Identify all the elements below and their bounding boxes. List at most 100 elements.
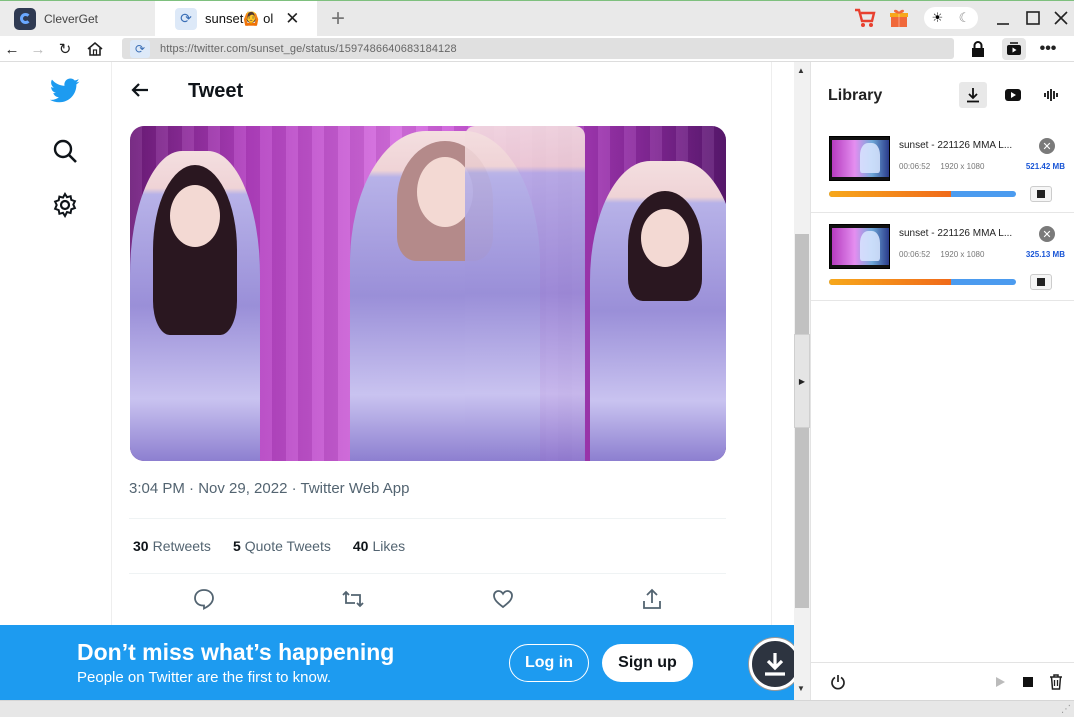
trash-icon[interactable] — [1047, 673, 1065, 691]
retweets-label: Retweets — [152, 538, 211, 554]
cleverget-logo-icon — [14, 7, 36, 30]
library-tab-audio[interactable] — [1037, 82, 1065, 108]
download-duration: 00:06:52 — [899, 250, 931, 259]
audio-waveform-icon — [1044, 89, 1058, 101]
twitter-sidebar — [0, 62, 112, 700]
signup-button[interactable]: Sign up — [602, 644, 693, 682]
scroll-down-icon[interactable]: ▼ — [797, 684, 805, 693]
stop-all-icon[interactable] — [1019, 673, 1037, 691]
tweet-column: Tweet 3:04 PM · Nov 29, 2022 · Twitter W… — [112, 62, 772, 700]
stop-icon — [1037, 190, 1045, 198]
retweets-count: 30 — [133, 538, 149, 554]
tab-active[interactable]: ⟳ sunset🙆 ol ✕ — [155, 1, 317, 36]
sun-icon: ☀ — [931, 10, 944, 25]
cleverget-window: CleverGet ⟳ sunset🙆 ol ✕ + ☀ ☾ ← → ↻ ⟳ h… — [0, 0, 1074, 717]
library-tab-downloading[interactable] — [959, 82, 987, 108]
tweet-stats: 30 Retweets 5 Quote Tweets 40 Likes — [129, 518, 726, 574]
download-arrow-icon — [765, 653, 785, 676]
performer-figure — [130, 151, 260, 461]
home-icon[interactable] — [85, 39, 105, 59]
quote-tweets-count: 5 — [232, 538, 241, 554]
tab-close-icon[interactable]: ✕ — [285, 9, 299, 29]
cart-icon[interactable] — [854, 7, 876, 29]
tweet-actions — [129, 582, 726, 616]
chevron-right-icon: ▶ — [798, 376, 806, 386]
login-banner: Don’t miss what’s happening People on Tw… — [0, 625, 794, 700]
theme-toggle[interactable]: ☀ ☾ — [924, 7, 978, 29]
tweet-timestamp[interactable]: 3:04 PM · Nov 29, 2022 · Twitter Web App — [129, 480, 409, 497]
play-all-icon[interactable] — [991, 673, 1009, 691]
download-resolution: 1920 x 1080 — [940, 162, 985, 171]
download-icon — [967, 88, 979, 103]
cancel-download-icon[interactable]: ✕ — [1039, 138, 1055, 154]
like-heart-icon[interactable] — [491, 587, 515, 611]
new-tab-button[interactable]: + — [326, 1, 350, 36]
page-scrollbar[interactable]: ▲ ▶ ▼ — [794, 62, 810, 700]
twitter-logo-icon[interactable] — [50, 76, 80, 106]
download-progress-bar — [829, 279, 1016, 285]
tab-cleverget[interactable]: CleverGet — [0, 1, 155, 36]
download-meta: 00:06:52 1920 x 1080 — [899, 250, 992, 259]
download-size: 521.42 MB — [1025, 162, 1065, 171]
login-button[interactable]: Log in — [509, 644, 589, 682]
video-download-icon[interactable] — [1002, 38, 1026, 60]
reload-icon[interactable]: ↻ — [55, 39, 75, 59]
tab-bar: CleverGet ⟳ sunset🙆 ol ✕ + ☀ ☾ — [0, 0, 1074, 36]
performer-figure — [590, 161, 726, 461]
forward-icon[interactable]: → — [28, 39, 48, 59]
moon-icon: ☾ — [958, 10, 971, 25]
likes-stat[interactable]: 40 Likes — [353, 538, 405, 554]
performer-figure — [465, 126, 585, 461]
tab-favicon-icon: ⟳ — [175, 7, 197, 30]
gift-icon[interactable] — [888, 7, 910, 29]
stop-icon — [1037, 278, 1045, 286]
address-bar: ← → ↻ ⟳ https://twitter.com/sunset_ge/st… — [0, 36, 1074, 62]
status-bar: ⋰ — [0, 700, 1074, 717]
minimize-button[interactable] — [992, 7, 1014, 29]
library-title: Library — [828, 87, 883, 104]
likes-count: 40 — [352, 538, 369, 554]
close-button[interactable] — [1050, 7, 1072, 29]
download-duration: 00:06:52 — [899, 162, 931, 171]
download-item[interactable]: sunset - 221126 MMA L... 00:06:52 1920 x… — [811, 125, 1074, 213]
url-input[interactable]: ⟳ https://twitter.com/sunset_ge/status/1… — [122, 38, 954, 59]
download-size: 325.13 MB — [1025, 250, 1065, 259]
twitter-page: Tweet 3:04 PM · Nov 29, 2022 · Twitter W… — [0, 62, 794, 700]
share-icon[interactable] — [640, 587, 664, 611]
panel-collapse-handle[interactable]: ▶ — [794, 334, 810, 428]
retweets-stat[interactable]: 30 Retweets — [133, 538, 211, 554]
lock-icon[interactable] — [968, 39, 988, 59]
stop-download-button[interactable] — [1030, 274, 1052, 290]
tab-cleverget-label: CleverGet — [44, 11, 99, 26]
back-icon[interactable]: ← — [2, 39, 22, 59]
back-arrow-icon[interactable] — [130, 80, 152, 102]
quote-tweets-label: Quote Tweets — [244, 538, 331, 554]
more-options-icon[interactable]: ••• — [1038, 39, 1058, 59]
download-item[interactable]: sunset - 221126 MMA L... 00:06:52 1920 x… — [811, 213, 1074, 301]
maximize-button[interactable] — [1022, 7, 1044, 29]
power-icon[interactable] — [829, 673, 847, 691]
quote-tweets-stat[interactable]: 5 Quote Tweets — [233, 538, 331, 554]
scroll-up-icon[interactable]: ▲ — [797, 66, 805, 75]
tab-active-label: sunset🙆 ol — [205, 10, 274, 26]
cancel-download-icon[interactable]: ✕ — [1039, 226, 1055, 242]
tweet-video[interactable] — [130, 126, 726, 461]
url-favicon-icon: ⟳ — [130, 39, 150, 58]
download-title: sunset - 221126 MMA L... — [899, 140, 1013, 151]
library-tab-video[interactable] — [999, 82, 1027, 108]
video-icon — [1005, 89, 1021, 101]
library-panel: Library sunset - 221126 MMA L... 00:06:5… — [810, 62, 1074, 700]
download-meta: 00:06:52 1920 x 1080 — [899, 162, 992, 171]
retweet-icon[interactable] — [341, 587, 365, 611]
reply-icon[interactable] — [192, 587, 216, 611]
resize-grip-icon[interactable]: ⋰ — [1061, 704, 1071, 715]
banner-title: Don’t miss what’s happening — [77, 639, 395, 665]
stop-download-button[interactable] — [1030, 186, 1052, 202]
settings-gear-icon[interactable] — [50, 190, 80, 220]
page-title: Tweet — [188, 80, 244, 102]
download-resolution: 1920 x 1080 — [940, 250, 985, 259]
banner-subtitle: People on Twitter are the first to know. — [77, 669, 332, 686]
download-thumbnail — [829, 136, 890, 181]
search-icon[interactable] — [50, 136, 80, 166]
library-footer — [811, 662, 1074, 700]
